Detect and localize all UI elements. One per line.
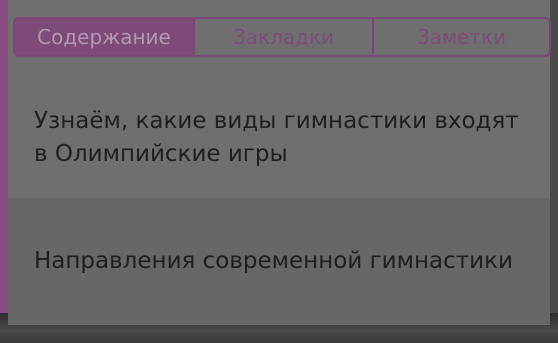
contents-item-title: Узнаём, какие виды гимнастики входят в О…	[34, 108, 519, 167]
tab-notes[interactable]: Заметки	[372, 19, 549, 55]
contents-item-title: Направления современной гимнастики	[34, 247, 513, 274]
background-edge-right	[550, 0, 558, 343]
contents-panel: Содержание Закладки Заметки Узнаём, каки…	[8, 0, 551, 325]
contents-item-modern-gymnastics[interactable]: Направления современной гимнастики	[8, 198, 550, 324]
tab-bookmarks[interactable]: Закладки	[193, 19, 372, 55]
contents-list: Узнаём, какие виды гимнастики входят в О…	[8, 78, 550, 324]
contents-item-olympic-gymnastics[interactable]: Узнаём, какие виды гимнастики входят в О…	[8, 78, 550, 198]
background-edge-left	[0, 0, 8, 343]
tab-bar: Содержание Закладки Заметки	[13, 17, 551, 57]
tab-contents[interactable]: Содержание	[15, 19, 193, 55]
